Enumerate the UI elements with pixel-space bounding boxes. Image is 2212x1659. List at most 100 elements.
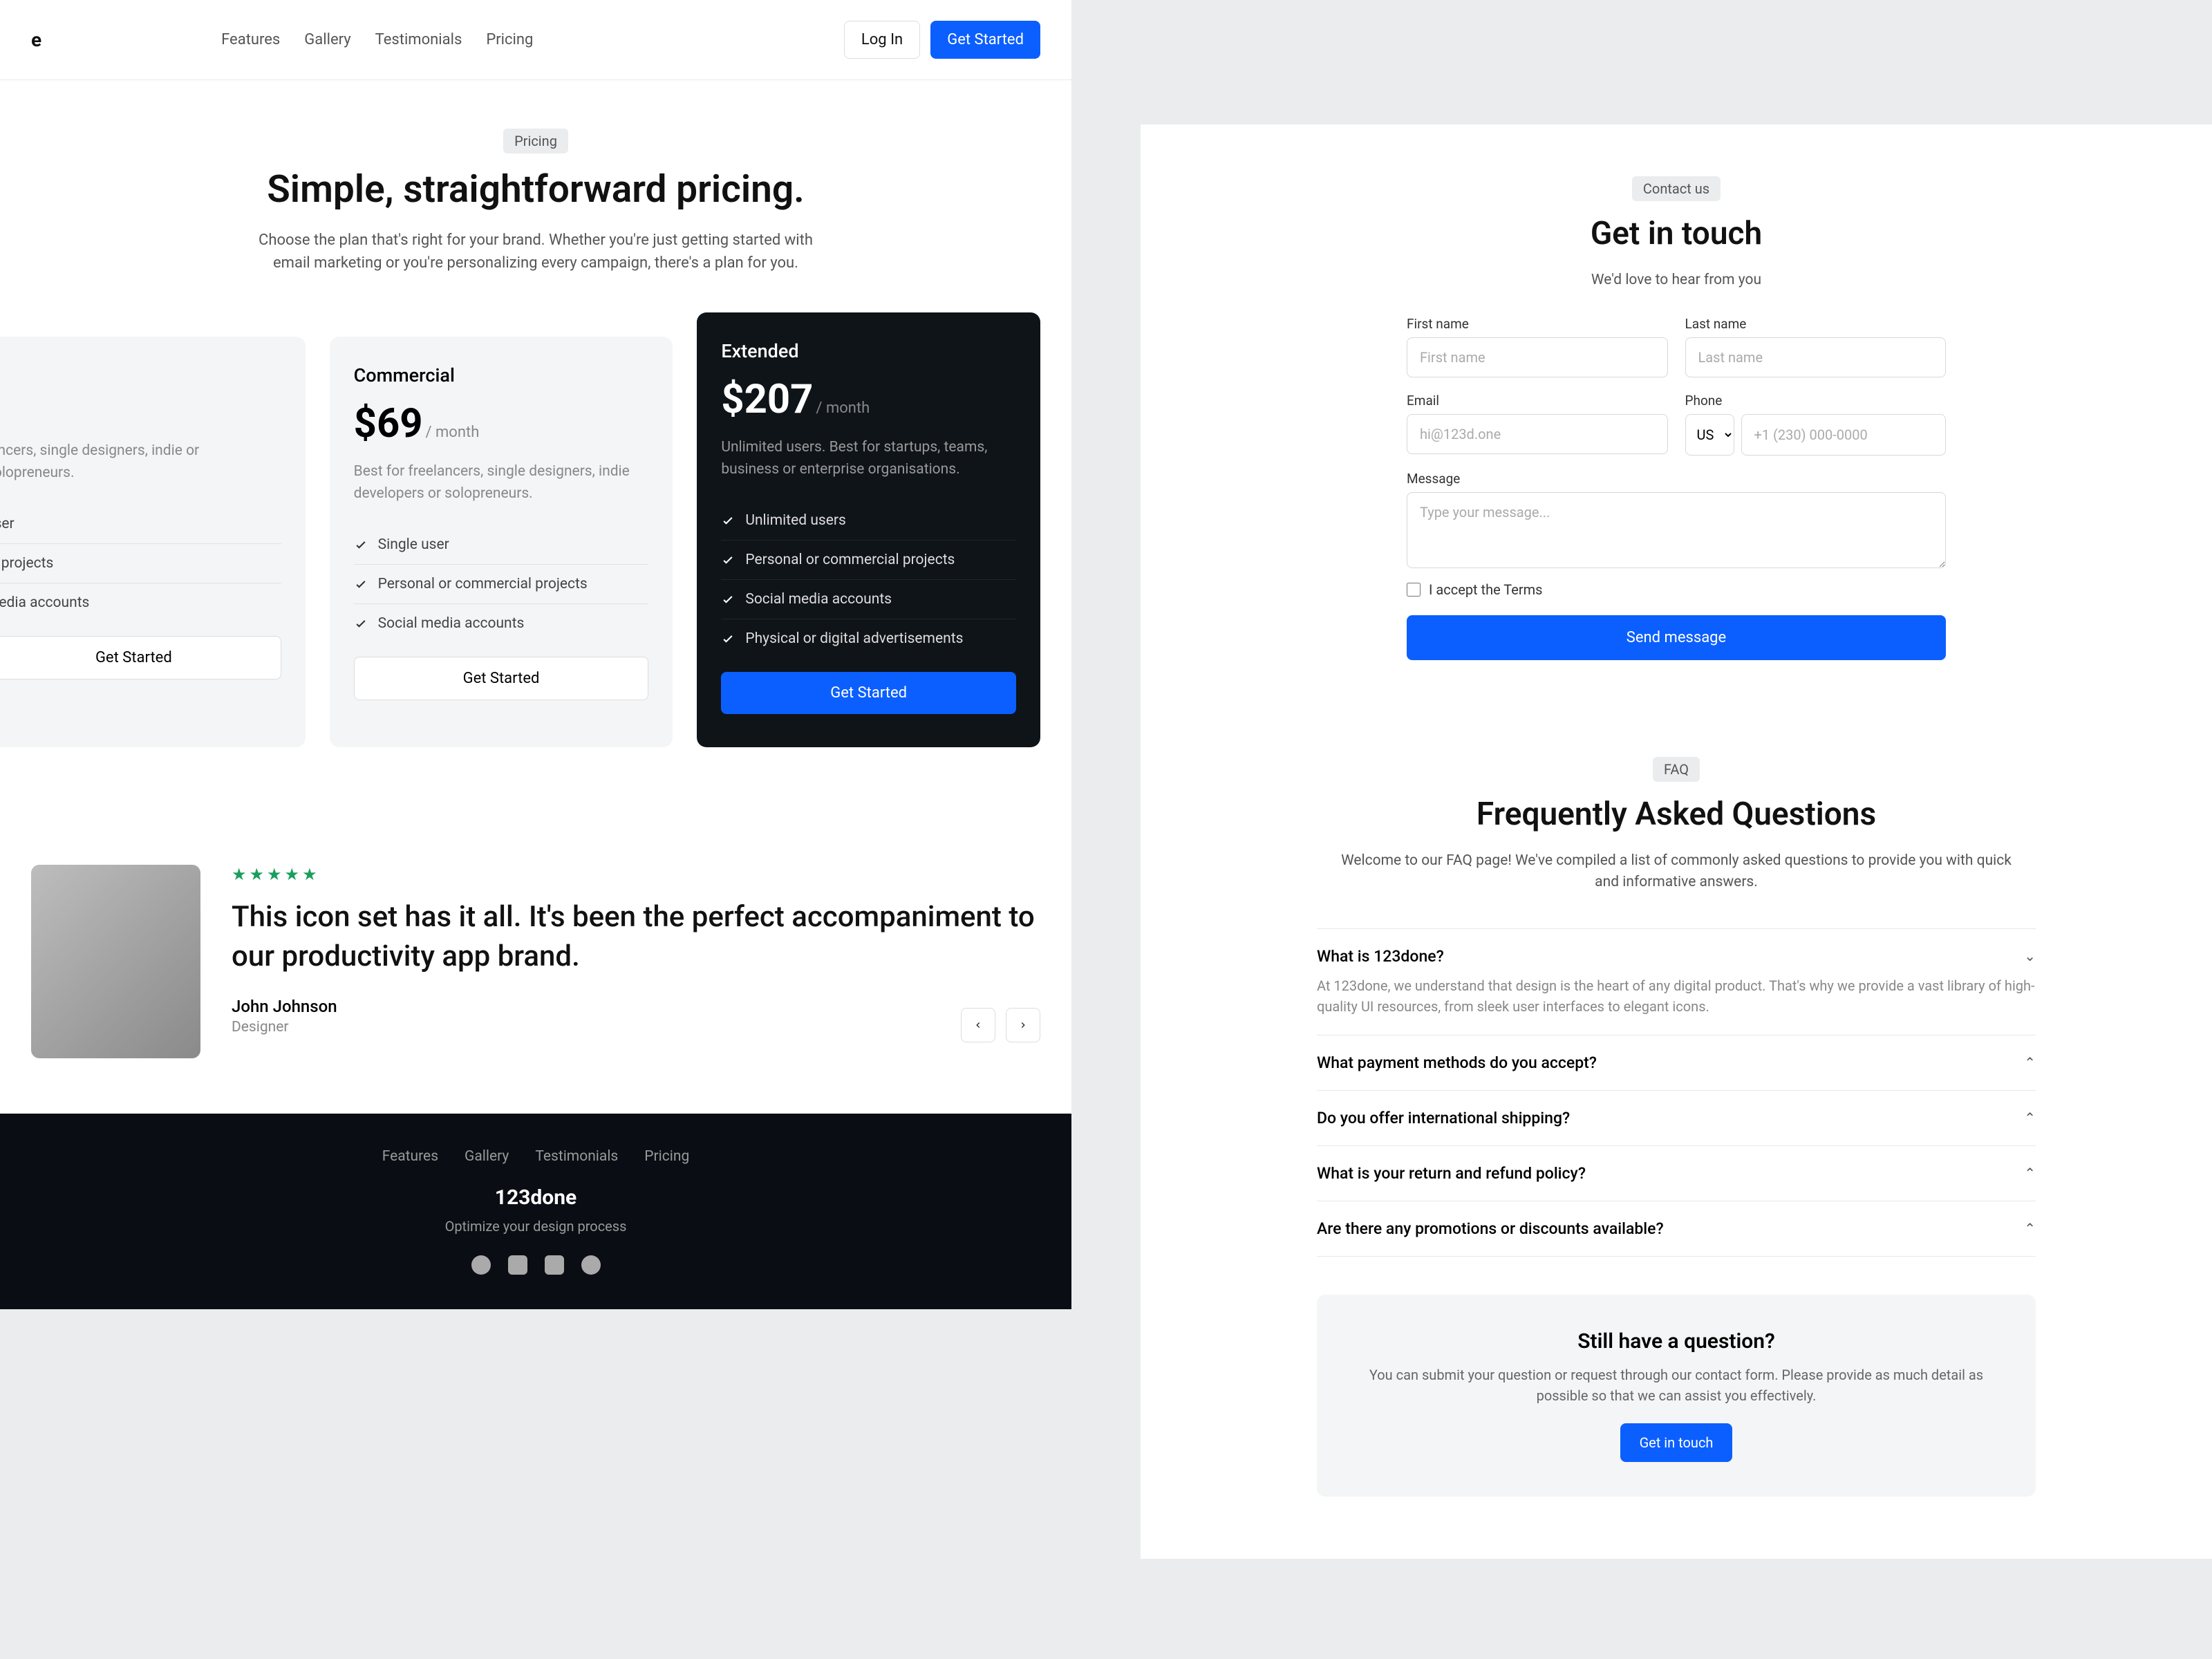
login-button[interactable]: Log In — [844, 21, 920, 59]
chevron-right-icon — [1018, 1020, 1028, 1030]
nav-testimonials[interactable]: Testimonials — [375, 31, 462, 48]
faq-item: What payment methods do you accept?⌃ — [1317, 1035, 2036, 1091]
footer-link[interactable]: Gallery — [465, 1148, 509, 1165]
card-cta-button[interactable]: Get Started — [0, 636, 281, 679]
star-rating: ★★★★★ — [232, 865, 1040, 884]
last-name-label: Last name — [1685, 316, 1947, 332]
faq-title: Frequently Asked Questions — [1172, 796, 2181, 833]
footer-tagline: Optimize your design process — [31, 1218, 1040, 1235]
pricing-sub: Choose the plan that's right for your br… — [242, 229, 830, 274]
card-cta-button[interactable]: Get Started — [354, 657, 649, 700]
youtube-icon[interactable] — [545, 1255, 564, 1275]
check-icon — [354, 577, 368, 591]
get-started-button[interactable]: Get Started — [930, 21, 1040, 59]
card-cta-button[interactable]: Get Started — [721, 672, 1016, 714]
footer-link[interactable]: Features — [382, 1148, 438, 1165]
faq-item: What is your return and refund policy?⌃ — [1317, 1146, 2036, 1201]
card-title: Commercial — [354, 364, 649, 386]
feature-item: Personal or commercial projects — [354, 565, 649, 604]
check-icon — [354, 538, 368, 552]
feature-item: Social media accounts — [354, 604, 649, 643]
faq-panel: FAQ Frequently Asked Questions Welcome t… — [1141, 705, 2212, 1559]
faq-sub: Welcome to our FAQ page! We've compiled … — [1334, 850, 2018, 894]
terms-label: I accept the Terms — [1429, 581, 1543, 598]
card-title: Extended — [721, 340, 1016, 362]
first-name-label: First name — [1407, 316, 1668, 332]
feature-item: user — [0, 505, 281, 544]
chevron-left-icon — [973, 1020, 983, 1030]
testimonial-quote: This icon set has it all. It's been the … — [232, 898, 1040, 976]
footer-logo: 123done — [31, 1185, 1040, 1210]
faq-tag: FAQ — [1653, 757, 1700, 782]
pricing-section: Pricing Simple, straightforward pricing.… — [0, 80, 1071, 796]
email-label: Email — [1407, 393, 1668, 409]
last-name-input[interactable] — [1685, 337, 1947, 377]
star-icon: ★ — [267, 865, 282, 884]
faq-question[interactable]: What is your return and refund policy?⌃ — [1317, 1164, 2036, 1183]
avatar — [31, 865, 200, 1058]
message-label: Message — [1407, 471, 1946, 487]
faq-item: Do you offer international shipping?⌃ — [1317, 1091, 2036, 1146]
message-input[interactable] — [1407, 492, 1946, 568]
pricing-title: Simple, straightforward pricing. — [31, 167, 1040, 212]
feature-item: Single user — [354, 525, 649, 565]
star-icon: ★ — [302, 865, 317, 884]
pricing-tag: Pricing — [503, 129, 568, 153]
nav-gallery[interactable]: Gallery — [304, 31, 350, 48]
feature-item: media accounts — [0, 583, 281, 622]
chevron-up-icon: ⌃ — [2024, 1054, 2036, 1071]
star-icon: ★ — [285, 865, 300, 884]
check-icon — [721, 592, 735, 606]
faq-answer: At 123done, we understand that design is… — [1317, 975, 2036, 1017]
faq-question[interactable]: What payment methods do you accept?⌃ — [1317, 1053, 2036, 1072]
contact-sub: We'd love to hear from you — [1382, 270, 1970, 292]
phone-label: Phone — [1685, 393, 1947, 409]
nav-features[interactable]: Features — [221, 31, 280, 48]
feature-item: Physical or digital advertisements — [721, 619, 1016, 658]
dribbble-icon[interactable] — [471, 1255, 491, 1275]
star-icon: ★ — [232, 865, 247, 884]
faq-question[interactable]: What is 123done?⌄ — [1317, 947, 2036, 966]
next-button[interactable] — [1006, 1008, 1040, 1042]
prev-button[interactable] — [961, 1008, 995, 1042]
first-name-input[interactable] — [1407, 337, 1668, 377]
footer-link[interactable]: Pricing — [644, 1148, 689, 1165]
pricing-card-basic: lancers, single designers, indie or solo… — [0, 337, 306, 747]
chevron-up-icon: ⌃ — [2024, 1165, 2036, 1181]
footer-link[interactable]: Testimonials — [535, 1148, 618, 1165]
feature-item: Social media accounts — [721, 580, 1016, 619]
feature-item: al projects — [0, 544, 281, 583]
contact-title: Get in touch — [1172, 215, 2181, 252]
cta-title: Still have a question? — [1351, 1329, 2001, 1353]
nav-pricing[interactable]: Pricing — [486, 31, 533, 48]
x-icon[interactable] — [508, 1255, 527, 1275]
feature-item: Personal or commercial projects — [721, 541, 1016, 580]
email-input[interactable] — [1407, 414, 1668, 454]
chevron-up-icon: ⌃ — [2024, 1109, 2036, 1126]
check-icon — [721, 632, 735, 646]
pricing-card-extended: Extended $207 / month Unlimited users. B… — [697, 312, 1040, 747]
terms-checkbox[interactable] — [1407, 583, 1421, 597]
feature-item: Unlimited users — [721, 501, 1016, 541]
faq-question[interactable]: Do you offer international shipping?⌃ — [1317, 1109, 2036, 1127]
footer: Features Gallery Testimonials Pricing 12… — [0, 1114, 1071, 1309]
messenger-icon[interactable] — [581, 1255, 601, 1275]
testimonial-section: ★★★★★ This icon set has it all. It's bee… — [0, 796, 1071, 1114]
check-icon — [721, 553, 735, 567]
logo: e — [31, 28, 41, 51]
send-button[interactable]: Send message — [1407, 615, 1946, 660]
chevron-down-icon: ⌄ — [2024, 948, 2036, 964]
faq-question[interactable]: Are there any promotions or discounts av… — [1317, 1219, 2036, 1238]
pricing-card-commercial: Commercial $69 / month Best for freelanc… — [330, 337, 673, 747]
faq-item: Are there any promotions or discounts av… — [1317, 1201, 2036, 1257]
contact-tag: Contact us — [1632, 176, 1721, 201]
check-icon — [721, 514, 735, 527]
star-icon: ★ — [250, 865, 265, 884]
nav-bar: e Features Gallery Testimonials Pricing … — [0, 0, 1071, 80]
get-in-touch-button[interactable]: Get in touch — [1620, 1423, 1733, 1462]
phone-input[interactable] — [1741, 414, 1947, 456]
chevron-up-icon: ⌃ — [2024, 1220, 2036, 1237]
check-icon — [354, 617, 368, 630]
contact-panel: Contact us Get in touch We'd love to hea… — [1141, 124, 2212, 705]
country-select[interactable]: US — [1685, 414, 1734, 456]
